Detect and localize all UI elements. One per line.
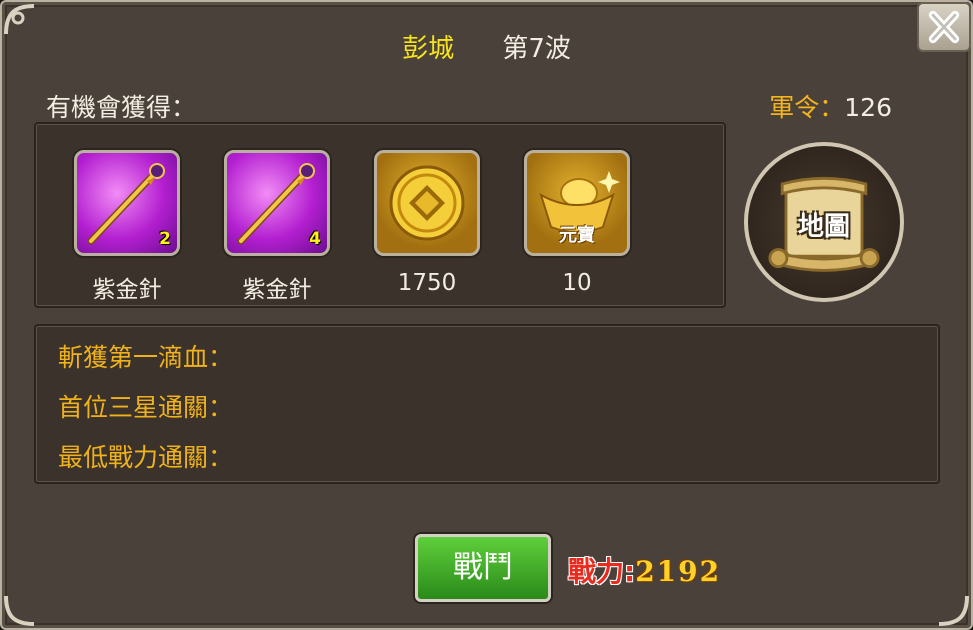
map-button[interactable]: 地圖 (744, 142, 904, 302)
orders-value: 126 (844, 93, 892, 122)
reward-item[interactable]: 4 紫金針 (224, 150, 330, 304)
ingot-label: 元寶 (559, 225, 595, 246)
power-label: 戰力: (568, 555, 636, 588)
reward-item[interactable]: 元寶 10 (524, 150, 630, 296)
map-label: 地圖 (797, 212, 850, 242)
record-lowest-power: 最低戰力通關： (58, 443, 234, 472)
item-name: 紫金針 (242, 277, 312, 303)
reward-item[interactable]: 1750 (374, 150, 480, 296)
city-name: 彭城 (402, 34, 455, 64)
combat-power: 戰力:2192 (568, 550, 721, 590)
close-button[interactable] (917, 2, 971, 52)
corner-ornament-icon (935, 592, 969, 626)
record-first-blood: 斬獲第一滴血： (58, 343, 234, 372)
item-name: 紫金針 (92, 277, 162, 303)
dialog-title: 彭城 第7波 (2, 28, 971, 65)
reward-item[interactable]: 2 紫金針 (74, 150, 180, 304)
gold-ingot-icon: 元寶 (524, 150, 630, 256)
battle-dialog: 彭城 第7波 有機會獲得： 軍令：126 2 紫金針 4 紫金針 1750 元寶… (0, 0, 973, 630)
item-name: 1750 (397, 270, 457, 296)
purple-needle-icon: 2 (74, 150, 180, 256)
power-value: 2192 (635, 555, 722, 588)
rewards-panel: 2 紫金針 4 紫金針 1750 元寶 10 (34, 122, 726, 308)
coin-icon (374, 150, 480, 256)
records-panel: 斬獲第一滴血： 首位三星通關： 最低戰力通關： (34, 324, 940, 484)
rewards-label: 有機會獲得： (46, 93, 197, 122)
item-quantity: 2 (159, 229, 171, 249)
record-first-three-star: 首位三星通關： (58, 393, 234, 422)
item-quantity: 4 (309, 229, 321, 249)
purple-needle-icon: 4 (224, 150, 330, 256)
orders-label: 軍令： (769, 93, 845, 122)
close-icon (928, 10, 960, 44)
item-name: 10 (562, 270, 592, 296)
wave-number: 第7波 (502, 34, 571, 64)
corner-ornament-icon (4, 592, 38, 626)
orders-counter: 軍令：126 (769, 88, 892, 124)
fight-button[interactable]: 戰鬥 (415, 534, 551, 602)
